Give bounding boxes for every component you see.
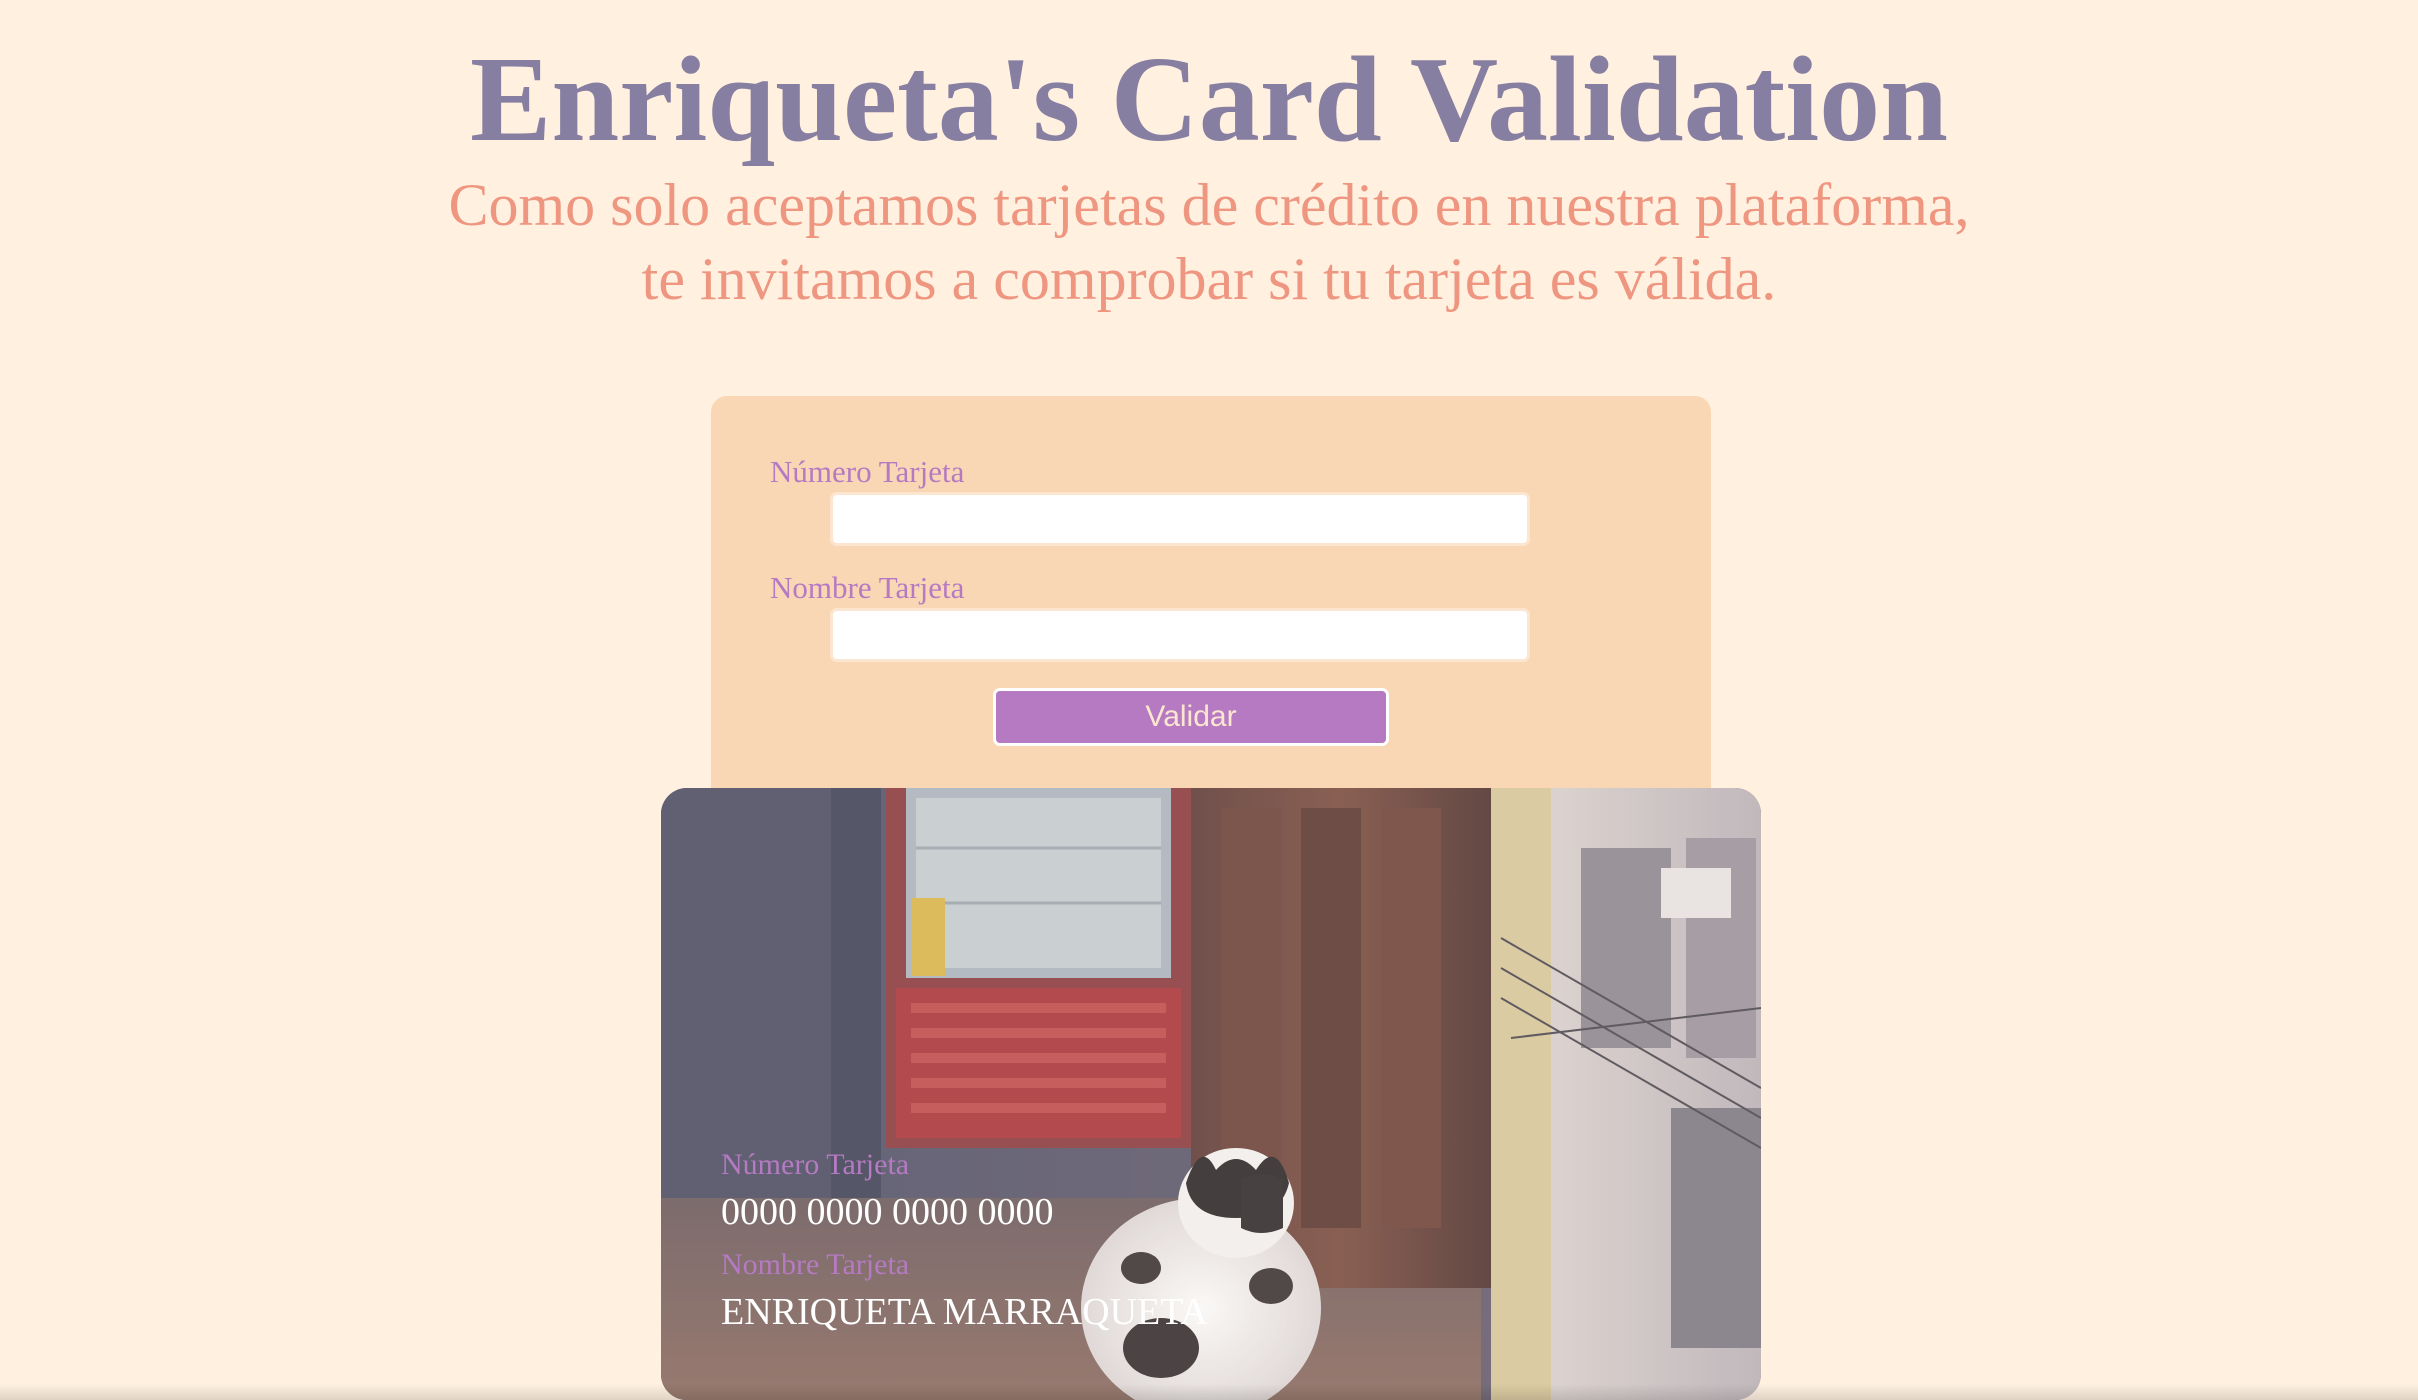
subtitle-line-2: te invitamos a comprobar si tu tarjeta e…: [641, 246, 1777, 312]
card-form-panel: Número Tarjeta Nombre Tarjeta Validar: [711, 396, 1711, 816]
window-bottom-edge: [0, 1384, 2418, 1400]
card-preview-name-label: Nombre Tarjeta: [721, 1248, 910, 1281]
card-preview-name: ENRIQUETA MARRAQUETA: [721, 1291, 1208, 1333]
card-preview-number: 0000 0000 0000 0000: [721, 1191, 1054, 1233]
page-title: Enriqueta's Card Validation: [470, 32, 1948, 167]
validate-button[interactable]: Validar: [993, 688, 1389, 746]
card-name-label: Nombre Tarjeta: [770, 570, 965, 605]
card-preview: Número Tarjeta 0000 0000 0000 0000 Nombr…: [661, 788, 1761, 1400]
subtitle-line-1: Como solo aceptamos tarjetas de crédito …: [448, 172, 1970, 238]
card-number-label: Número Tarjeta: [770, 454, 965, 489]
card-name-input[interactable]: [830, 608, 1530, 662]
page-subtitle: Como solo aceptamos tarjetas de crédito …: [0, 168, 2418, 316]
card-number-input[interactable]: [830, 492, 1530, 546]
card-preview-number-label: Número Tarjeta: [721, 1148, 910, 1181]
